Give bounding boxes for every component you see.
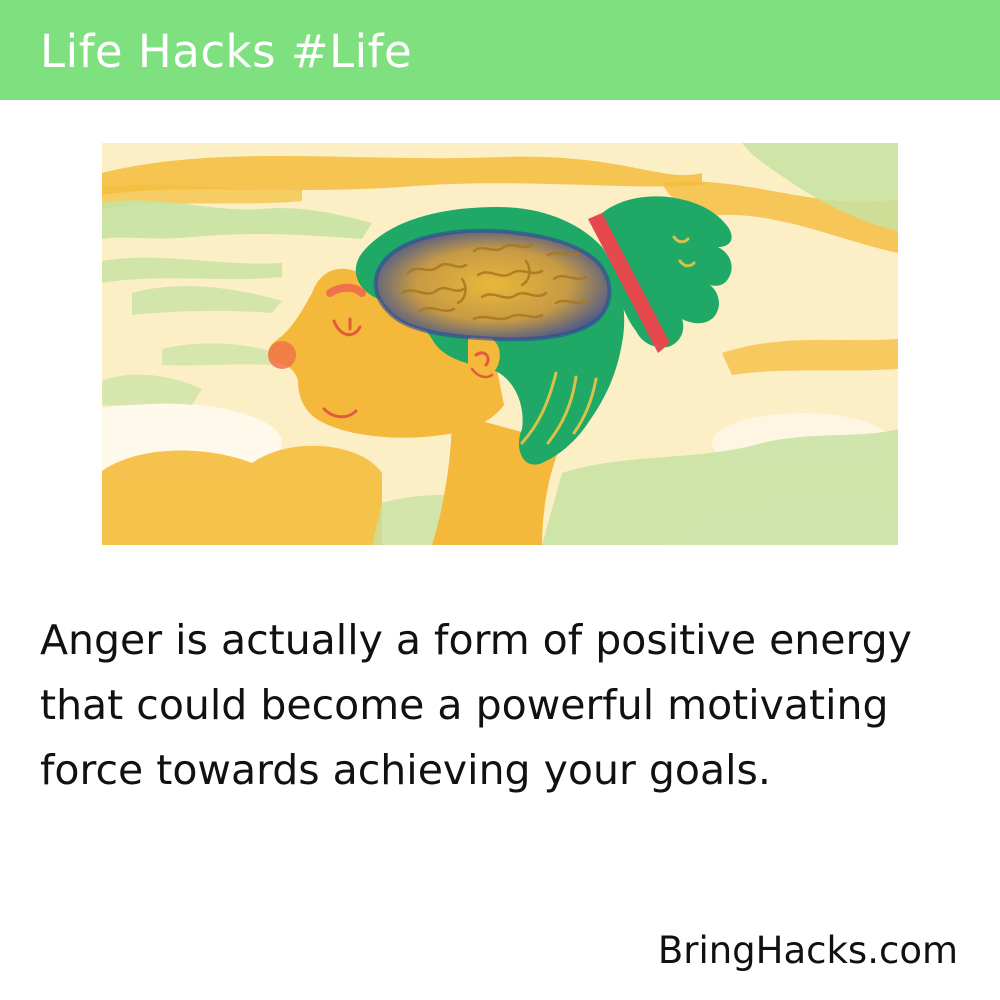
page-title: Life Hacks #Life <box>40 25 413 78</box>
brand-watermark: BringHacks.com <box>657 929 958 972</box>
head-with-brain-icon <box>102 143 898 545</box>
life-hack-card: Life Hacks #Life Anger is actually a for… <box>0 0 1000 1000</box>
header-bar: Life Hacks #Life <box>0 0 1000 100</box>
hack-text: Anger is actually a form of positive ene… <box>40 616 912 794</box>
